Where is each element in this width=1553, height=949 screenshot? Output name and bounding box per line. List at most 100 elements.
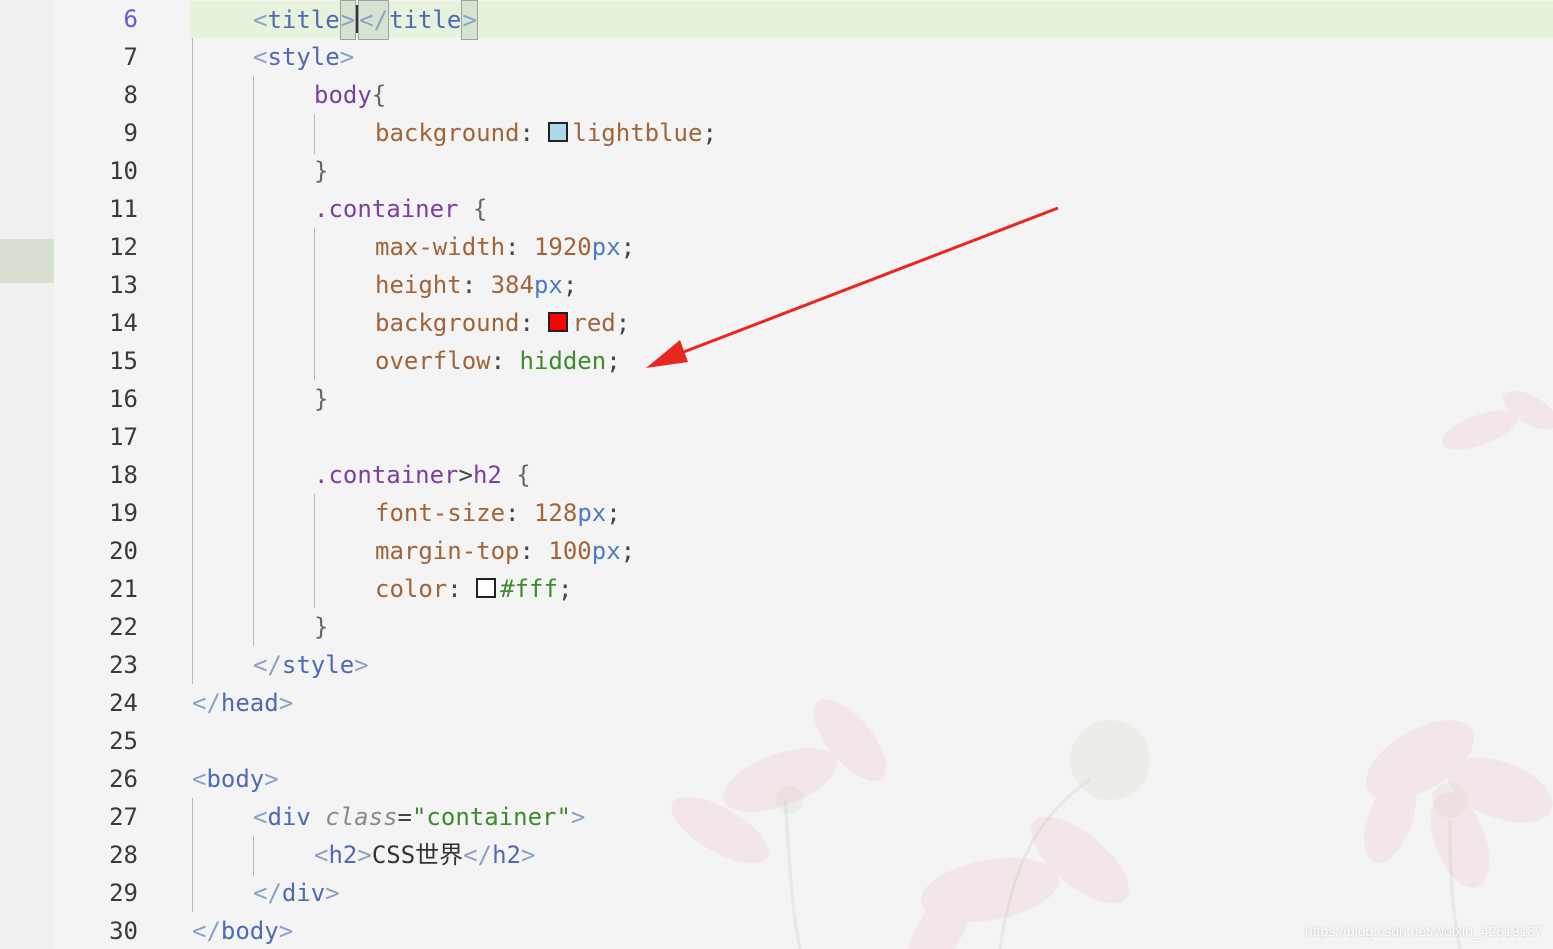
line-number: 17	[109, 423, 138, 451]
tag-bracket: </	[253, 879, 282, 907]
tag-bracket: <	[253, 6, 268, 34]
css-selector: .container	[314, 461, 459, 489]
code-editor[interactable]: 6 7 8 9 10 11 12 13 14 15 16 17 18 19 20 21 22 23 24 25 26 27…	[0, 0, 1553, 949]
css-unit: px	[533, 271, 563, 299]
code-line-23[interactable]: </style>	[253, 646, 369, 684]
line-number: 19	[109, 499, 138, 527]
line-number: 18	[109, 461, 138, 489]
tag-bracket: >	[278, 917, 294, 945]
css-property: color	[375, 575, 448, 603]
tag-name: h2	[328, 841, 358, 869]
css-value: red	[572, 309, 616, 337]
colon: :	[505, 233, 534, 261]
line-number: 21	[109, 575, 138, 603]
line-number: 11	[109, 195, 138, 223]
tag-name: title	[389, 6, 462, 34]
css-number: 1920	[533, 233, 592, 261]
css-property: max-width	[375, 233, 506, 261]
css-property: overflow	[375, 347, 491, 375]
color-swatch-red[interactable]	[548, 312, 569, 332]
indent-guide	[314, 114, 315, 154]
css-unit: px	[591, 537, 621, 565]
code-line-9[interactable]: background: lightblue;	[375, 114, 717, 152]
code-line-26[interactable]: <body>	[192, 760, 279, 798]
tag-bracket: >	[325, 879, 340, 907]
code-line-6[interactable]: <title> </title>	[253, 0, 478, 40]
tag-bracket: <	[253, 43, 268, 71]
tag-name: head	[220, 689, 279, 717]
tag-bracket: </	[192, 689, 221, 717]
line-number: 7	[123, 43, 138, 71]
code-line-15[interactable]: overflow: hidden;	[375, 342, 621, 380]
tag-name: body	[220, 917, 279, 945]
color-swatch-white[interactable]	[476, 578, 497, 598]
code-line-19[interactable]: font-size: 128px;	[375, 494, 621, 532]
css-combinator: >	[458, 461, 473, 489]
code-line-7[interactable]: <style>	[253, 38, 354, 76]
watermark: https://blog.csdn.net/weixin_42519137	[1304, 923, 1543, 939]
indent-guide	[253, 76, 254, 646]
code-line-29[interactable]: </div>	[253, 874, 340, 912]
tag-bracket: >	[354, 651, 369, 679]
colon: :	[505, 499, 534, 527]
css-selector: body	[314, 81, 372, 109]
css-number: 128	[533, 499, 578, 527]
element-text: CSS世界	[371, 841, 464, 869]
css-value: lightblue	[572, 119, 703, 147]
code-line-10[interactable]: }	[314, 152, 328, 190]
css-selector: .container	[314, 195, 459, 223]
code-line-24[interactable]: </head>	[192, 684, 293, 722]
line-number: 22	[109, 613, 138, 641]
tag-name: style	[281, 651, 355, 679]
css-property: height	[375, 271, 462, 299]
tag-name: div	[281, 879, 326, 907]
code-line-22[interactable]: }	[314, 608, 328, 646]
code-line-8[interactable]: body{	[314, 76, 386, 114]
line-number: 20	[109, 537, 138, 565]
indent-guide	[314, 494, 315, 608]
code-line-18[interactable]: .container>h2 {	[314, 456, 531, 494]
semicolon: ;	[620, 233, 636, 261]
line-number: 27	[109, 803, 138, 831]
gutter-margin	[0, 0, 54, 949]
semicolon: ;	[606, 499, 621, 527]
brace: }	[314, 157, 329, 185]
line-number: 30	[109, 917, 138, 945]
line-number: 15	[109, 347, 138, 375]
code-line-13[interactable]: height: 384px;	[375, 266, 577, 304]
semicolon: ;	[615, 309, 631, 337]
colon: :	[447, 575, 477, 603]
tag-name: body	[206, 765, 265, 793]
tag-bracket: </	[253, 651, 282, 679]
code-line-16[interactable]: }	[314, 380, 328, 418]
css-property: background	[375, 309, 520, 337]
line-number: 12	[109, 233, 138, 261]
code-area[interactable]: <title> </title> <style> body{ background…	[192, 0, 1532, 949]
code-line-12[interactable]: max-width: 1920px;	[375, 228, 635, 266]
line-number: 29	[109, 879, 138, 907]
semicolon: ;	[702, 119, 717, 147]
tag-bracket: </	[192, 917, 221, 945]
color-swatch-lightblue[interactable]	[548, 122, 569, 142]
line-number: 14	[109, 309, 138, 337]
code-line-11[interactable]: .container {	[314, 190, 487, 228]
code-line-27[interactable]: <div class="container">	[253, 798, 585, 836]
tag-bracket-match: >	[339, 0, 357, 40]
css-value: #fff	[500, 575, 558, 603]
line-number: 28	[109, 841, 138, 869]
code-line-28[interactable]: <h2>CSS世界</h2>	[314, 836, 535, 874]
tag-bracket: <	[314, 841, 329, 869]
brace: {	[501, 461, 531, 489]
code-line-30[interactable]: </body>	[192, 912, 293, 949]
brace: {	[371, 81, 387, 109]
code-line-20[interactable]: margin-top: 100px;	[375, 532, 635, 570]
line-number: 6	[123, 5, 138, 33]
tag-bracket: </	[463, 841, 493, 869]
code-line-14[interactable]: background: red;	[375, 304, 630, 342]
code-line-21[interactable]: color: #fff;	[375, 570, 572, 608]
attribute-name: class	[325, 803, 398, 831]
tag-bracket: >	[339, 43, 355, 71]
line-number: 8	[123, 81, 138, 109]
tag-name: h2	[492, 841, 521, 869]
equals-sign: =	[397, 803, 412, 831]
